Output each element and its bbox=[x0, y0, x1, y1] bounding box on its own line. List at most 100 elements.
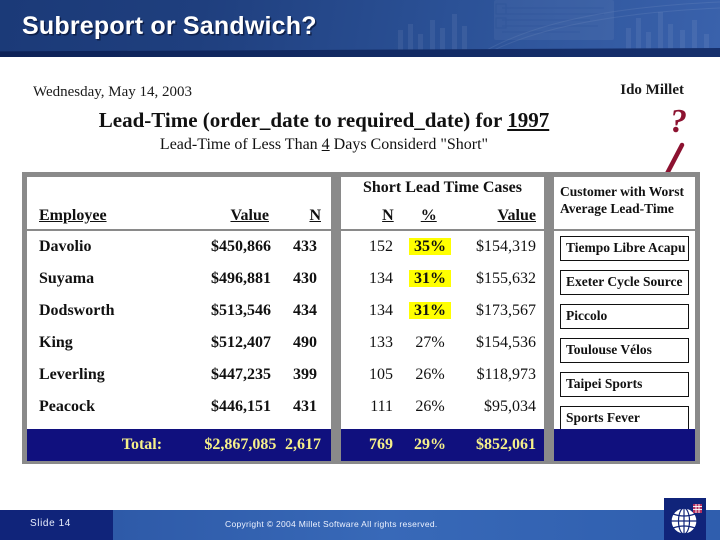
table-row: 134 31% $155,632 bbox=[341, 263, 544, 295]
cell-employee: Dodsworth bbox=[39, 302, 115, 319]
table-row: 134 31% $173,567 bbox=[341, 295, 544, 327]
total-label: Total: bbox=[121, 436, 163, 453]
report-title-year: 1997 bbox=[507, 108, 550, 132]
cell-value: $450,866 bbox=[211, 238, 271, 255]
table-header-group-2: Short Lead Time Cases N % Value bbox=[341, 177, 544, 231]
copyright-label: Copyright © 2004 Millet Software All rig… bbox=[225, 519, 438, 529]
report-table: Employee Value N Davolio $450,866 433 Su… bbox=[22, 172, 700, 464]
column-header-value: Value bbox=[230, 207, 269, 224]
cell-n: 490 bbox=[293, 334, 317, 351]
column-header-short-value: Value bbox=[497, 207, 536, 224]
millet-software-logo bbox=[664, 498, 706, 540]
cell-short-n: 152 bbox=[369, 238, 393, 255]
cell-employee: Davolio bbox=[39, 238, 92, 255]
cell-employee: Leverling bbox=[39, 366, 105, 383]
pct-highlight: 35% bbox=[409, 238, 451, 255]
column-header-short-pct: % bbox=[420, 207, 437, 224]
cell-n: 430 bbox=[293, 270, 317, 287]
slide-number-block: Slide 14 bbox=[0, 510, 113, 540]
copyright-block: Copyright © 2004 Millet Software All rig… bbox=[113, 510, 720, 540]
cell-value: $512,407 bbox=[211, 334, 271, 351]
cell-employee: Peacock bbox=[39, 398, 95, 415]
table-row: 105 26% $118,973 bbox=[341, 359, 544, 391]
total-short-pct: 29% bbox=[414, 436, 446, 453]
cell-value: $447,235 bbox=[211, 366, 271, 383]
table-row: 111 26% $95,034 bbox=[341, 391, 544, 423]
cell-short-value: $155,632 bbox=[476, 270, 536, 287]
table-header-group-3: Customer with Worst Average Lead-Time bbox=[554, 177, 695, 231]
cell-customer: Exeter Cycle Source bbox=[560, 270, 689, 295]
slide-title-bar: Subreport or Sandwich? bbox=[0, 0, 720, 57]
report-subtitle: Lead-Time of Less Than 4 Days Considerd … bbox=[0, 136, 648, 154]
table-total-row-group-2: 769 29% $852,061 bbox=[341, 429, 544, 461]
cell-value: $446,151 bbox=[211, 398, 271, 415]
cell-short-pct: 31% bbox=[397, 302, 463, 320]
total-short-value: $852,061 bbox=[476, 436, 536, 453]
table-row: Toulouse Vélos bbox=[554, 333, 695, 367]
table-row: 152 35% $154,319 bbox=[341, 231, 544, 263]
table-row: Suyama $496,881 430 bbox=[27, 263, 331, 295]
title-bar-wedge bbox=[0, 48, 720, 57]
total-short-n: 769 bbox=[369, 436, 393, 453]
cell-short-pct: 35% bbox=[397, 238, 463, 256]
cell-short-n: 105 bbox=[369, 366, 393, 383]
table-header-group-1: Employee Value N bbox=[27, 177, 331, 231]
cell-customer: Piccolo bbox=[560, 304, 689, 329]
cell-short-n: 111 bbox=[370, 398, 393, 415]
table-row: Leverling $447,235 399 bbox=[27, 359, 331, 391]
cell-customer: Toulouse Vélos bbox=[560, 338, 689, 363]
report-subtitle-suffix: Days Considerd "Short" bbox=[329, 136, 489, 153]
pct-highlight: 31% bbox=[409, 270, 451, 287]
cell-short-pct: 31% bbox=[397, 270, 463, 288]
report-title: Lead-Time (order_date to required_date) … bbox=[0, 108, 648, 133]
cell-short-value: $154,319 bbox=[476, 238, 536, 255]
cell-value: $513,546 bbox=[211, 302, 271, 319]
cell-n: 433 bbox=[293, 238, 317, 255]
column-header-short-n: N bbox=[382, 207, 394, 224]
cell-short-n: 133 bbox=[369, 334, 393, 351]
report-author: Ido Millet bbox=[620, 82, 684, 98]
table-row: Exeter Cycle Source bbox=[554, 265, 695, 299]
cell-n: 434 bbox=[293, 302, 317, 319]
globe-icon bbox=[670, 504, 702, 535]
cell-customer: Sports Fever bbox=[560, 406, 689, 431]
table-group-short-lead-time: Short Lead Time Cases N % Value 152 35% … bbox=[339, 175, 546, 461]
group-header-customer-line1: Customer with Worst bbox=[560, 184, 684, 199]
cell-short-value: $118,973 bbox=[476, 366, 536, 383]
slide-footer: Slide 14 Copyright © 2004 Millet Softwar… bbox=[0, 498, 720, 540]
table-group-customer: Customer with Worst Average Lead-Time Ti… bbox=[552, 175, 697, 461]
table-row: 133 27% $154,536 bbox=[341, 327, 544, 359]
group-header-short-lead-time-cases: Short Lead Time Cases bbox=[363, 179, 522, 196]
cell-short-pct: 26% bbox=[415, 398, 445, 415]
report-date: Wednesday, May 14, 2003 bbox=[33, 84, 193, 100]
report-subtitle-days: 4 bbox=[321, 136, 330, 153]
table-row: Piccolo bbox=[554, 299, 695, 333]
table-group-employee: Employee Value N Davolio $450,866 433 Su… bbox=[25, 175, 333, 461]
table-row: Dodsworth $513,546 434 bbox=[27, 295, 331, 327]
cell-short-value: $154,536 bbox=[476, 334, 536, 351]
group-header-customer-line2: Average Lead-Time bbox=[560, 201, 674, 216]
table-total-row-group-1: Total: $2,867,085 2,617 bbox=[27, 429, 331, 461]
cell-short-n: 134 bbox=[369, 302, 393, 319]
report-subtitle-prefix: Lead-Time of Less Than bbox=[159, 136, 322, 153]
report-title-prefix: Lead-Time (order_date to required_date) … bbox=[98, 108, 508, 132]
question-mark-annotation: ? bbox=[670, 103, 687, 140]
column-header-n: N bbox=[309, 207, 321, 224]
cell-short-pct: 26% bbox=[415, 366, 445, 383]
slide-number-label: Slide 14 bbox=[30, 518, 71, 529]
table-body-group-1: Davolio $450,866 433 Suyama $496,881 430… bbox=[27, 231, 331, 423]
cell-value: $496,881 bbox=[211, 270, 271, 287]
table-row: Tiempo Libre Acapu bbox=[554, 231, 695, 265]
table-row: Peacock $446,151 431 bbox=[27, 391, 331, 423]
table-body-group-3: Tiempo Libre Acapu Exeter Cycle Source P… bbox=[554, 231, 695, 435]
total-value: $2,867,085 bbox=[204, 436, 277, 453]
cell-n: 431 bbox=[293, 398, 317, 415]
table-total-row-group-3 bbox=[554, 429, 695, 461]
table-row: Davolio $450,866 433 bbox=[27, 231, 331, 263]
cell-short-pct: 27% bbox=[415, 334, 445, 351]
page-title: Subreport or Sandwich? bbox=[22, 12, 317, 40]
table-body-group-2: 152 35% $154,319 134 31% $155,632 134 31… bbox=[341, 231, 544, 423]
table-row: King $512,407 490 bbox=[27, 327, 331, 359]
cell-customer: Taipei Sports bbox=[560, 372, 689, 397]
cell-n: 399 bbox=[293, 366, 317, 383]
